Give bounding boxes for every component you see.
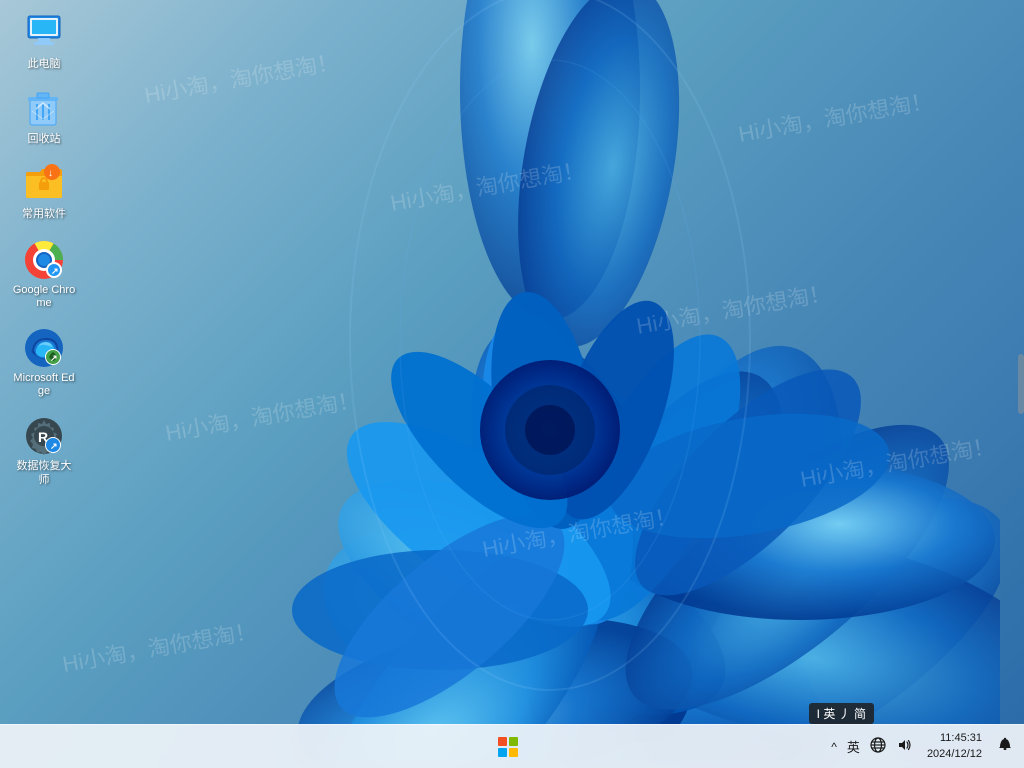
desktop-icons: 此电脑 回收站 — [8, 10, 80, 491]
start-button[interactable] — [486, 725, 530, 768]
network-icon[interactable] — [867, 735, 889, 758]
microsoft-edge-label: Microsoft Edge — [12, 372, 76, 398]
wallpaper — [100, 0, 1000, 760]
this-pc-icon — [24, 14, 64, 54]
google-chrome-icon: ↗ — [24, 240, 64, 280]
google-chrome-label: Google Chrome — [12, 284, 76, 310]
taskbar: ^ 英 — [0, 724, 1024, 768]
ime-indicator[interactable]: I 英 丿 简 — [809, 703, 874, 724]
icon-microsoft-edge[interactable]: ↗ Microsoft Edge — [8, 324, 80, 402]
icon-this-pc[interactable]: 此电脑 — [8, 10, 80, 75]
common-software-icon: ↓ — [24, 164, 64, 204]
recycle-bin-label: 回收站 — [28, 133, 61, 146]
icon-data-recovery[interactable]: R ↗ 数据恢复大师 — [8, 412, 80, 490]
svg-text:↗: ↗ — [50, 441, 58, 451]
show-hidden-icons[interactable]: ^ — [828, 738, 840, 756]
this-pc-label: 此电脑 — [28, 58, 61, 71]
icon-common-software[interactable]: ↓ 常用软件 — [8, 160, 80, 225]
taskbar-center — [486, 725, 530, 768]
network-svg — [870, 737, 886, 753]
icon-google-chrome[interactable]: ↗ Google Chrome — [8, 236, 80, 314]
svg-text:↓: ↓ — [48, 168, 53, 179]
volume-svg — [896, 737, 912, 753]
microsoft-edge-icon: ↗ — [24, 328, 64, 368]
clock-area[interactable]: 11:45:31 2024/12/12 — [921, 729, 988, 764]
data-recovery-label: 数据恢复大师 — [12, 460, 76, 486]
taskbar-right: ^ 英 — [530, 729, 1024, 764]
data-recovery-icon: R ↗ — [24, 416, 64, 456]
icon-recycle-bin[interactable]: 回收站 — [8, 85, 80, 150]
recycle-bin-icon — [24, 89, 64, 129]
bell-icon — [997, 737, 1013, 753]
clock-time: 11:45:31 — [927, 731, 982, 746]
system-tray: ^ 英 — [828, 735, 915, 758]
windows-logo — [497, 736, 519, 758]
desktop: Hi小淘，淘你想淘！ Hi小淘，淘你想淘！ Hi小淘，淘你想淘！ Hi小淘，淘你… — [0, 0, 1024, 768]
side-resize-handle[interactable] — [1018, 354, 1024, 414]
svg-text:↗: ↗ — [50, 353, 58, 363]
svg-text:↗: ↗ — [51, 266, 59, 276]
ime-indicator-text: I 英 丿 简 — [817, 707, 866, 721]
language-indicator[interactable]: 英 — [844, 735, 863, 758]
common-software-label: 常用软件 — [22, 208, 66, 221]
volume-icon[interactable] — [893, 735, 915, 758]
clock-date: 2024/12/12 — [927, 747, 982, 762]
notification-button[interactable] — [994, 735, 1016, 758]
